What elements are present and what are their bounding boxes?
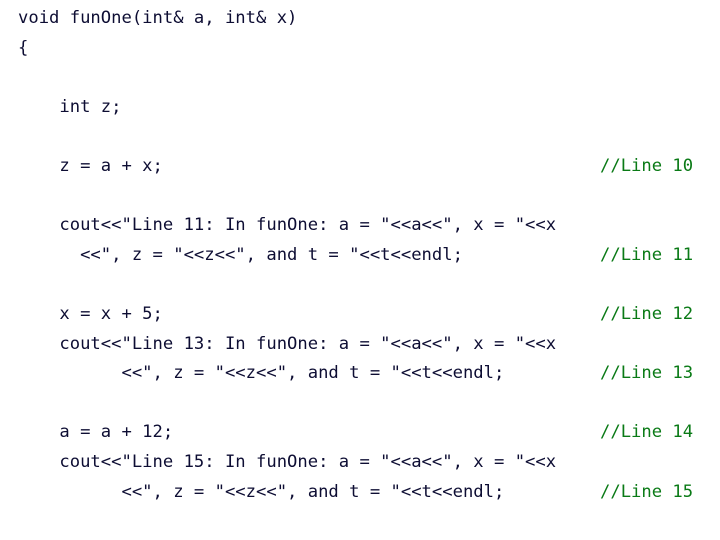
code-line: a = a + 12; //Line 14 — [18, 418, 720, 448]
code-text: cout<<"Line 11: In funOne: a = "<<a<<", … — [18, 215, 557, 236]
code-text: <<", z = "<<z<<", and t = "<<t<<endl; — [18, 363, 505, 384]
code-line: void funOne(int& a, int& x) — [18, 4, 720, 34]
code-slide: void funOne(int& a, int& x) { int z; z = … — [0, 0, 720, 540]
code-text: cout<<"Line 15: In funOne: a = "<<a<<", … — [18, 451, 557, 472]
code-text: z = a + x; — [18, 155, 163, 176]
line-comment: //Line 13 — [600, 363, 694, 384]
code-line: cout<<"Line 11: In funOne: a = "<<a<<", … — [18, 211, 720, 241]
line-comment: //Line 10 — [600, 155, 694, 176]
line-comment: //Line 11 — [600, 244, 694, 265]
code-text: a = a + 12; — [18, 422, 174, 443]
code-text: <<", z = "<<z<<", and t = "<<t<<endl; — [18, 481, 505, 502]
code-text: cout<<"Line 13: In funOne: a = "<<a<<", … — [18, 333, 557, 354]
code-text: { — [18, 37, 29, 58]
code-text: <<", z = "<<z<<", and t = "<<t<<endl; — [18, 244, 463, 265]
code-line: <<", z = "<<z<<", and t = "<<t<<endl; //L… — [18, 478, 720, 508]
code-line: { — [18, 34, 720, 64]
line-comment: //Line 14 — [600, 422, 694, 443]
code-text: void funOne(int& a, int& x) — [18, 8, 298, 28]
code-line: cout<<"Line 15: In funOne: a = "<<a<<", … — [18, 448, 720, 478]
code-line: <<", z = "<<z<<", and t = "<<t<<endl; //L… — [18, 241, 720, 271]
line-comment: //Line 12 — [600, 303, 694, 324]
line-comment: //Line 15 — [600, 481, 694, 502]
code-text: int z; — [18, 96, 122, 117]
code-line: int z; — [18, 93, 720, 123]
code-block: void funOne(int& a, int& x) { int z; z = … — [18, 4, 720, 540]
code-line: x = x + 5; //Line 12 — [18, 300, 720, 330]
code-line: z = a + x; //Line 10 — [18, 152, 720, 182]
code-line: cout<<"Line 13: In funOne: a = "<<a<<", … — [18, 330, 720, 360]
code-line: <<", z = "<<z<<", and t = "<<t<<endl; //L… — [18, 359, 720, 389]
code-text: x = x + 5; — [18, 303, 163, 324]
